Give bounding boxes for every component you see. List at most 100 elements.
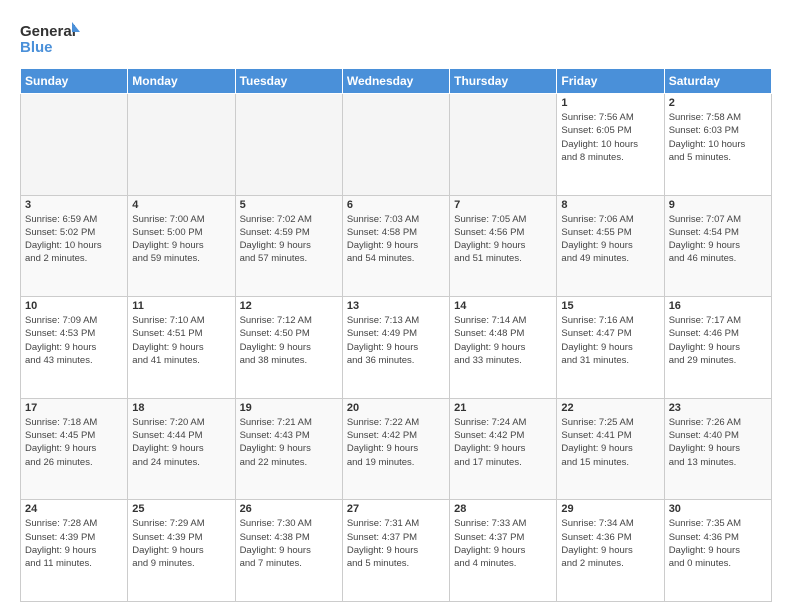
weekday-header: Sunday — [21, 69, 128, 94]
calendar-cell: 28 Sunrise: 7:33 AMSunset: 4:37 PMDayligh… — [450, 500, 557, 602]
calendar-cell: 9Sunrise: 7:07 AMSunset: 4:54 PMDaylight… — [664, 195, 771, 297]
weekday-header: Monday — [128, 69, 235, 94]
day-number: 30 — [669, 503, 767, 515]
day-info: Sunrise: 7:21 AMSunset: 4:43 PMDaylight:… — [240, 416, 338, 469]
day-info: Sunrise: 7:34 AMSunset: 4:36 PMDaylight:… — [561, 517, 659, 570]
calendar-cell: 8 Sunrise: 7:06 AMSunset: 4:55 PMDaylight… — [557, 195, 664, 297]
day-info: Sunrise: 7:09 AMSunset: 4:53 PMDaylight:… — [25, 314, 123, 367]
day-number: 4 — [132, 199, 230, 211]
calendar-cell: 18 Sunrise: 7:20 AMSunset: 4:44 PMDayligh… — [128, 398, 235, 500]
day-info: Sunrise: 7:25 AMSunset: 4:41 PMDaylight:… — [561, 416, 659, 469]
calendar-cell: 17 Sunrise: 7:18 AMSunset: 4:45 PMDayligh… — [21, 398, 128, 500]
weekday-header: Saturday — [664, 69, 771, 94]
day-info: Sunrise: 7:26 AMSunset: 4:40 PMDaylight:… — [669, 416, 767, 469]
day-number: 11 — [132, 300, 230, 312]
day-number: 5 — [240, 199, 338, 211]
weekday-header: Friday — [557, 69, 664, 94]
logo-svg: General Blue — [20, 16, 80, 60]
calendar-cell: 19 Sunrise: 7:21 AMSunset: 4:43 PMDayligh… — [235, 398, 342, 500]
day-info: Sunrise: 7:13 AMSunset: 4:49 PMDaylight:… — [347, 314, 445, 367]
day-info: Sunrise: 7:29 AMSunset: 4:39 PMDaylight:… — [132, 517, 230, 570]
calendar-cell — [128, 94, 235, 196]
day-info: Sunrise: 7:24 AMSunset: 4:42 PMDaylight:… — [454, 416, 552, 469]
day-number: 28 — [454, 503, 552, 515]
day-info: Sunrise: 7:56 AMSunset: 6:05 PMDaylight:… — [561, 111, 659, 164]
day-number: 24 — [25, 503, 123, 515]
calendar-cell: 21 Sunrise: 7:24 AMSunset: 4:42 PMDayligh… — [450, 398, 557, 500]
calendar-cell: 26 Sunrise: 7:30 AMSunset: 4:38 PMDayligh… — [235, 500, 342, 602]
calendar-cell: 11Sunrise: 7:10 AMSunset: 4:51 PMDayligh… — [128, 297, 235, 399]
day-number: 26 — [240, 503, 338, 515]
calendar-cell: 3 Sunrise: 6:59 AMSunset: 5:02 PMDaylight… — [21, 195, 128, 297]
logo: General Blue — [20, 16, 80, 60]
calendar-cell: 1 Sunrise: 7:56 AMSunset: 6:05 PMDaylight… — [557, 94, 664, 196]
calendar-cell — [21, 94, 128, 196]
calendar-cell: 27 Sunrise: 7:31 AMSunset: 4:37 PMDayligh… — [342, 500, 449, 602]
calendar-cell: 4 Sunrise: 7:00 AMSunset: 5:00 PMDaylight… — [128, 195, 235, 297]
calendar-cell: 12 Sunrise: 7:12 AMSunset: 4:50 PMDayligh… — [235, 297, 342, 399]
day-number: 25 — [132, 503, 230, 515]
day-info: Sunrise: 7:00 AMSunset: 5:00 PMDaylight:… — [132, 213, 230, 266]
calendar-cell: 10 Sunrise: 7:09 AMSunset: 4:53 PMDayligh… — [21, 297, 128, 399]
day-info: Sunrise: 7:03 AMSunset: 4:58 PMDaylight:… — [347, 213, 445, 266]
day-info: Sunrise: 7:35 AMSunset: 4:36 PMDaylight:… — [669, 517, 767, 570]
calendar-cell — [235, 94, 342, 196]
svg-text:Blue: Blue — [20, 39, 53, 56]
day-number: 19 — [240, 402, 338, 414]
weekday-header: Wednesday — [342, 69, 449, 94]
day-info: Sunrise: 6:59 AMSunset: 5:02 PMDaylight:… — [25, 213, 123, 266]
calendar-cell: 20 Sunrise: 7:22 AMSunset: 4:42 PMDayligh… — [342, 398, 449, 500]
day-number: 15 — [561, 300, 659, 312]
calendar-cell: 13 Sunrise: 7:13 AMSunset: 4:49 PMDayligh… — [342, 297, 449, 399]
calendar-cell: 7Sunrise: 7:05 AMSunset: 4:56 PMDaylight… — [450, 195, 557, 297]
day-number: 10 — [25, 300, 123, 312]
day-info: Sunrise: 7:31 AMSunset: 4:37 PMDaylight:… — [347, 517, 445, 570]
day-number: 23 — [669, 402, 767, 414]
day-number: 22 — [561, 402, 659, 414]
day-number: 20 — [347, 402, 445, 414]
day-info: Sunrise: 7:18 AMSunset: 4:45 PMDaylight:… — [25, 416, 123, 469]
calendar-cell: 24 Sunrise: 7:28 AMSunset: 4:39 PMDayligh… — [21, 500, 128, 602]
day-number: 21 — [454, 402, 552, 414]
day-number: 29 — [561, 503, 659, 515]
calendar-cell: 5 Sunrise: 7:02 AMSunset: 4:59 PMDaylight… — [235, 195, 342, 297]
day-info: Sunrise: 7:30 AMSunset: 4:38 PMDaylight:… — [240, 517, 338, 570]
day-info: Sunrise: 7:02 AMSunset: 4:59 PMDaylight:… — [240, 213, 338, 266]
day-info: Sunrise: 7:06 AMSunset: 4:55 PMDaylight:… — [561, 213, 659, 266]
calendar-cell: 23 Sunrise: 7:26 AMSunset: 4:40 PMDayligh… — [664, 398, 771, 500]
day-info: Sunrise: 7:28 AMSunset: 4:39 PMDaylight:… — [25, 517, 123, 570]
calendar-cell: 2 Sunrise: 7:58 AMSunset: 6:03 PMDaylight… — [664, 94, 771, 196]
calendar-cell: 15 Sunrise: 7:16 AMSunset: 4:47 PMDayligh… — [557, 297, 664, 399]
day-info: Sunrise: 7:58 AMSunset: 6:03 PMDaylight:… — [669, 111, 767, 164]
calendar-cell: 30 Sunrise: 7:35 AMSunset: 4:36 PMDayligh… — [664, 500, 771, 602]
day-number: 3 — [25, 199, 123, 211]
day-info: Sunrise: 7:07 AMSunset: 4:54 PMDaylight:… — [669, 213, 767, 266]
svg-text:General: General — [20, 23, 76, 40]
weekday-header: Tuesday — [235, 69, 342, 94]
calendar-table: SundayMondayTuesdayWednesdayThursdayFrid… — [20, 68, 772, 602]
calendar-cell: 14Sunrise: 7:14 AMSunset: 4:48 PMDayligh… — [450, 297, 557, 399]
day-info: Sunrise: 7:05 AMSunset: 4:56 PMDaylight:… — [454, 213, 552, 266]
day-number: 17 — [25, 402, 123, 414]
calendar-cell: 25 Sunrise: 7:29 AMSunset: 4:39 PMDayligh… — [128, 500, 235, 602]
day-number: 13 — [347, 300, 445, 312]
day-info: Sunrise: 7:14 AMSunset: 4:48 PMDaylight:… — [454, 314, 552, 367]
day-number: 1 — [561, 97, 659, 109]
day-info: Sunrise: 7:12 AMSunset: 4:50 PMDaylight:… — [240, 314, 338, 367]
day-number: 27 — [347, 503, 445, 515]
weekday-header: Thursday — [450, 69, 557, 94]
day-number: 8 — [561, 199, 659, 211]
calendar-cell: 22 Sunrise: 7:25 AMSunset: 4:41 PMDayligh… — [557, 398, 664, 500]
calendar-cell — [450, 94, 557, 196]
day-info: Sunrise: 7:33 AMSunset: 4:37 PMDaylight:… — [454, 517, 552, 570]
day-info: Sunrise: 7:20 AMSunset: 4:44 PMDaylight:… — [132, 416, 230, 469]
day-number: 12 — [240, 300, 338, 312]
calendar-cell: 16Sunrise: 7:17 AMSunset: 4:46 PMDayligh… — [664, 297, 771, 399]
day-info: Sunrise: 7:17 AMSunset: 4:46 PMDaylight:… — [669, 314, 767, 367]
day-number: 18 — [132, 402, 230, 414]
day-info: Sunrise: 7:22 AMSunset: 4:42 PMDaylight:… — [347, 416, 445, 469]
calendar-cell: 6Sunrise: 7:03 AMSunset: 4:58 PMDaylight… — [342, 195, 449, 297]
day-info: Sunrise: 7:16 AMSunset: 4:47 PMDaylight:… — [561, 314, 659, 367]
day-number: 2 — [669, 97, 767, 109]
calendar-cell — [342, 94, 449, 196]
